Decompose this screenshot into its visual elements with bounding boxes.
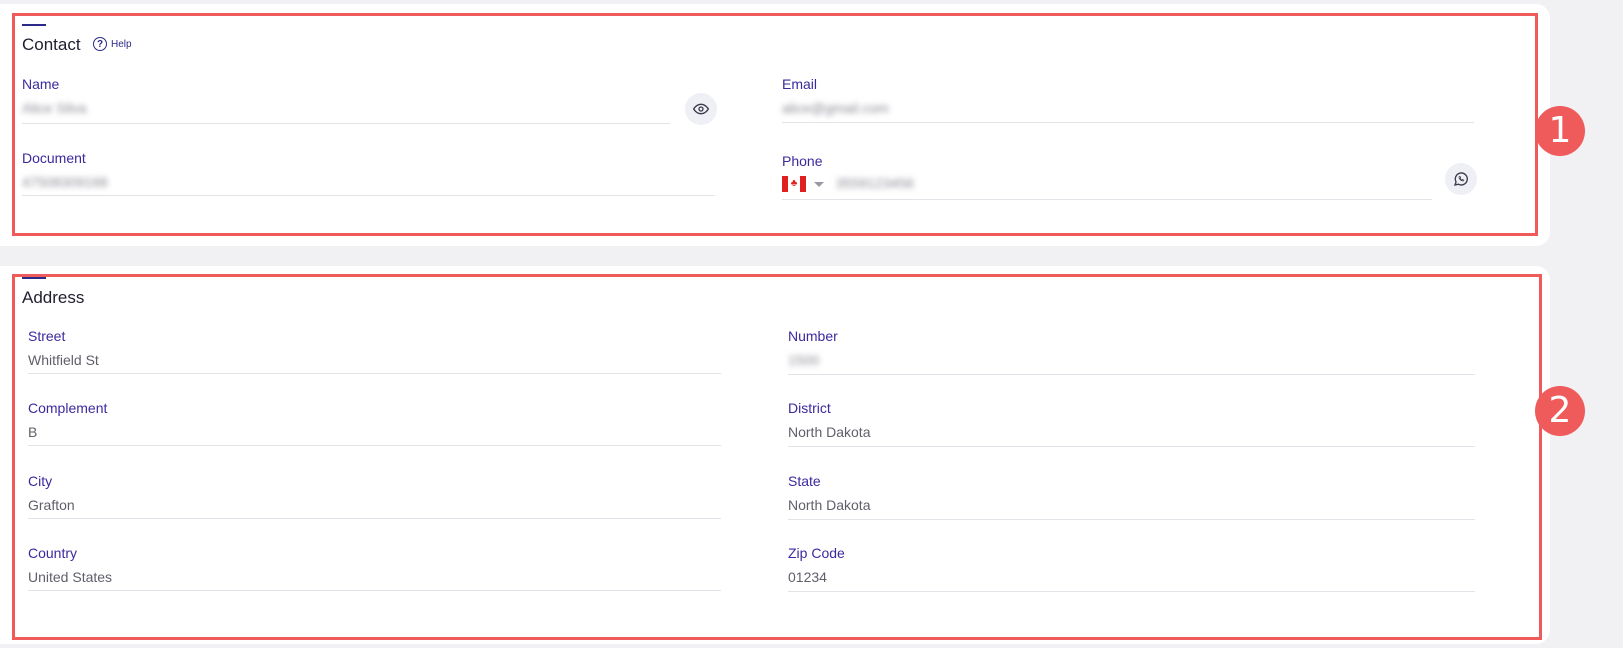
email-label: Email	[782, 76, 818, 92]
name-value: Alice Silva	[22, 100, 87, 116]
street-label: Street	[28, 328, 66, 344]
document-value: 47508309168	[22, 174, 108, 190]
name-underline	[22, 123, 670, 124]
phone-value: 3559123456	[835, 175, 914, 191]
document-field[interactable]: Document 47508309168	[22, 150, 715, 196]
whatsapp-icon	[1453, 172, 1468, 186]
email-value: alice@gmail.com	[782, 100, 889, 116]
zip-code-value: 01234	[788, 569, 827, 585]
document-label: Document	[22, 150, 86, 166]
whatsapp-button[interactable]	[1445, 163, 1477, 195]
district-value: North Dakota	[788, 424, 871, 440]
question-circle-icon: ?	[93, 37, 107, 51]
number-label: Number	[788, 328, 838, 344]
phone-field[interactable]: Phone ♣ 3559123456	[782, 153, 1432, 200]
state-underline	[788, 519, 1475, 520]
number-value: 1500	[788, 352, 820, 368]
name-field[interactable]: Name Alice Silva	[22, 76, 670, 124]
canada-flag-icon[interactable]: ♣	[782, 176, 806, 193]
state-field[interactable]: State North Dakota	[788, 473, 1475, 520]
number-underline	[788, 374, 1475, 375]
complement-field[interactable]: Complement B	[28, 400, 721, 446]
city-label: City	[28, 473, 53, 489]
city-field[interactable]: City Grafton	[28, 473, 721, 519]
state-label: State	[788, 473, 821, 489]
city-value: Grafton	[28, 497, 75, 513]
document-underline	[22, 195, 715, 196]
country-value: United States	[28, 569, 113, 585]
state-value: North Dakota	[788, 497, 871, 513]
reveal-button[interactable]	[685, 93, 717, 125]
city-underline	[28, 518, 721, 519]
street-field[interactable]: Street Whitfield St	[28, 328, 721, 374]
complement-label: Complement	[28, 400, 108, 416]
contact-title: Contact	[22, 35, 81, 54]
complement-underline	[28, 445, 721, 446]
zip-code-label: Zip Code	[788, 545, 845, 561]
email-field[interactable]: Email alice@gmail.com	[782, 76, 1474, 123]
section-accent-bar	[22, 277, 46, 279]
phone-underline	[782, 199, 1432, 200]
phone-label: Phone	[782, 153, 823, 169]
email-underline	[782, 122, 1474, 123]
country-underline	[28, 590, 721, 591]
section-accent-bar	[22, 24, 46, 26]
highlight-box-contact	[12, 13, 1538, 236]
chevron-down-icon[interactable]	[814, 181, 824, 187]
district-underline	[788, 446, 1475, 447]
eye-icon	[693, 103, 709, 115]
address-title: Address	[22, 288, 85, 307]
phone-value-row: ♣ 3559123456	[782, 175, 1432, 193]
zip-code-underline	[788, 591, 1475, 592]
annotation-badge-2: 2	[1535, 386, 1585, 436]
district-field[interactable]: District North Dakota	[788, 400, 1475, 447]
annotation-badge-1: 1	[1535, 106, 1585, 156]
complement-value: B	[28, 424, 38, 440]
district-label: District	[788, 400, 831, 416]
country-label: Country	[28, 545, 78, 561]
country-field[interactable]: Country United States	[28, 545, 721, 591]
help-label: Help	[111, 38, 132, 50]
street-value: Whitfield St	[28, 352, 99, 368]
number-field[interactable]: Number 1500	[788, 328, 1475, 375]
name-label: Name	[22, 76, 60, 92]
zip-code-field[interactable]: Zip Code 01234	[788, 545, 1475, 592]
help-link[interactable]: ? Help	[93, 37, 132, 51]
street-underline	[28, 373, 721, 374]
